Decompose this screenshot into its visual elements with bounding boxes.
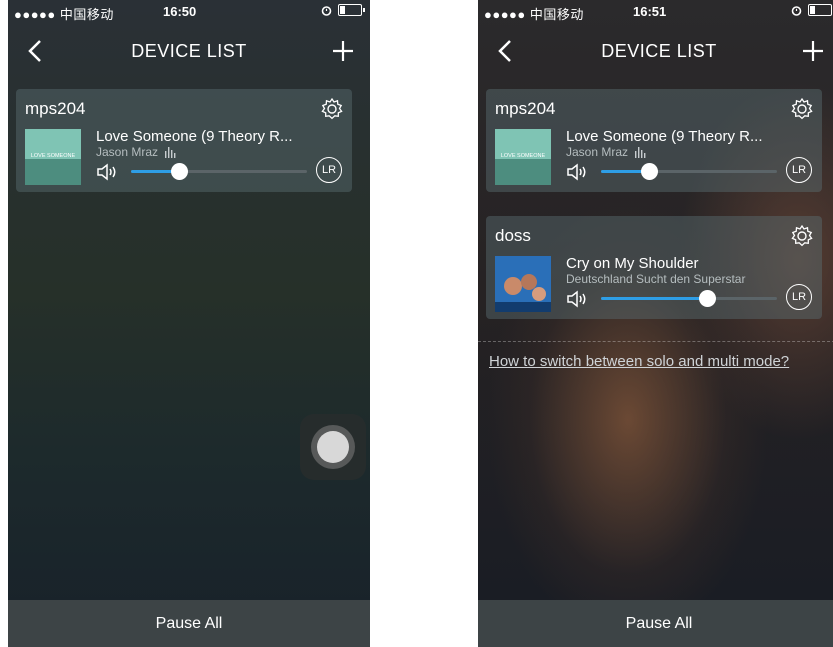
add-device-button[interactable] xyxy=(798,34,828,68)
status-bar: ●●●●● 中国移动 16:50 xyxy=(8,0,370,22)
device-name: mps204 xyxy=(495,99,556,118)
page-title: DEVICE LIST xyxy=(131,40,247,61)
lr-channel-button[interactable]: LR xyxy=(786,157,812,183)
volume-thumb[interactable] xyxy=(698,290,716,307)
album-cover: LOVE SOMEONE xyxy=(495,129,551,185)
lr-channel-button[interactable]: LR xyxy=(316,157,342,183)
back-button[interactable] xyxy=(490,34,520,68)
carrier-label: ●●●●● 中国移动 xyxy=(484,7,584,22)
status-bar: ●●●●● 中国移动 16:51 xyxy=(478,0,833,22)
back-icon xyxy=(498,40,511,62)
volume-icon[interactable] xyxy=(566,290,590,308)
device-card-mps204[interactable]: mps204 LOVE SOMEONE Love Someone (9 Theo… xyxy=(486,89,822,192)
volume-slider[interactable] xyxy=(601,290,777,307)
status-right xyxy=(321,4,365,16)
gear-icon[interactable] xyxy=(790,97,814,121)
volume-icon[interactable] xyxy=(96,163,120,181)
add-device-button[interactable] xyxy=(328,34,358,68)
pause-all-button[interactable]: Pause All xyxy=(8,600,370,647)
album-cover: LOVE SOMEONE xyxy=(25,129,81,185)
device-card-doss[interactable]: doss Cry on My Shoulder Deutschland Such… xyxy=(486,216,822,319)
track-artist: Jason Mraz xyxy=(566,145,646,159)
track-artist: Jason Mraz xyxy=(96,145,176,159)
solo-multi-help-link[interactable]: How to switch between solo and multi mod… xyxy=(489,353,789,370)
volume-slider[interactable] xyxy=(601,163,777,180)
battery-icon xyxy=(808,4,832,16)
artist-name: Deutschland Sucht den Superstar xyxy=(566,272,746,286)
cover-caption: LOVE SOMEONE xyxy=(31,153,76,159)
gear-icon[interactable] xyxy=(790,224,814,248)
device-name: mps204 xyxy=(25,99,86,118)
track-title: Love Someone (9 Theory R... xyxy=(96,128,293,145)
lr-channel-button[interactable]: LR xyxy=(786,284,812,310)
plus-icon xyxy=(803,41,823,61)
alarm-icon xyxy=(791,5,802,16)
track-artist: Deutschland Sucht den Superstar xyxy=(566,272,745,286)
navigation-bar: DEVICE LIST xyxy=(478,26,833,76)
pause-all-button[interactable]: Pause All xyxy=(478,600,833,647)
equalizer-icon xyxy=(165,146,176,158)
page-title: DEVICE LIST xyxy=(601,40,717,61)
cover-caption: LOVE SOMEONE xyxy=(501,153,546,159)
status-right xyxy=(791,4,832,16)
battery-icon xyxy=(338,4,365,16)
phone-screen-left: ●●●●● 中国移动 16:50 DEVICE LIST mps204 LOVE… xyxy=(8,0,370,647)
equalizer-icon xyxy=(635,146,646,158)
carrier-label: ●●●●● 中国移动 xyxy=(14,7,114,22)
clock: 16:51 xyxy=(633,4,667,19)
gear-icon[interactable] xyxy=(320,97,344,121)
assistive-touch-icon xyxy=(317,431,349,463)
device-card-mps204[interactable]: mps204 LOVE SOMEONE Love Someone (9 Theo… xyxy=(16,89,352,192)
volume-thumb[interactable] xyxy=(640,163,658,180)
assistive-touch-button[interactable] xyxy=(300,414,366,480)
track-title: Love Someone (9 Theory R... xyxy=(566,128,763,145)
track-title: Cry on My Shoulder xyxy=(566,255,699,272)
volume-slider[interactable] xyxy=(131,163,307,180)
back-icon xyxy=(28,40,41,62)
plus-icon xyxy=(333,41,353,61)
navigation-bar: DEVICE LIST xyxy=(8,26,370,76)
artist-name: Jason Mraz xyxy=(96,145,159,159)
clock: 16:50 xyxy=(163,4,197,19)
volume-icon[interactable] xyxy=(566,163,590,181)
alarm-icon xyxy=(321,5,332,16)
back-button[interactable] xyxy=(20,34,50,68)
artist-name: Jason Mraz xyxy=(566,145,629,159)
volume-fill xyxy=(601,297,707,300)
device-name: doss xyxy=(495,226,531,245)
divider xyxy=(478,341,833,342)
volume-thumb[interactable] xyxy=(170,163,188,180)
phone-screen-right: ●●●●● 中国移动 16:51 DEVICE LIST mps204 LOVE… xyxy=(478,0,833,647)
album-cover xyxy=(495,256,551,312)
